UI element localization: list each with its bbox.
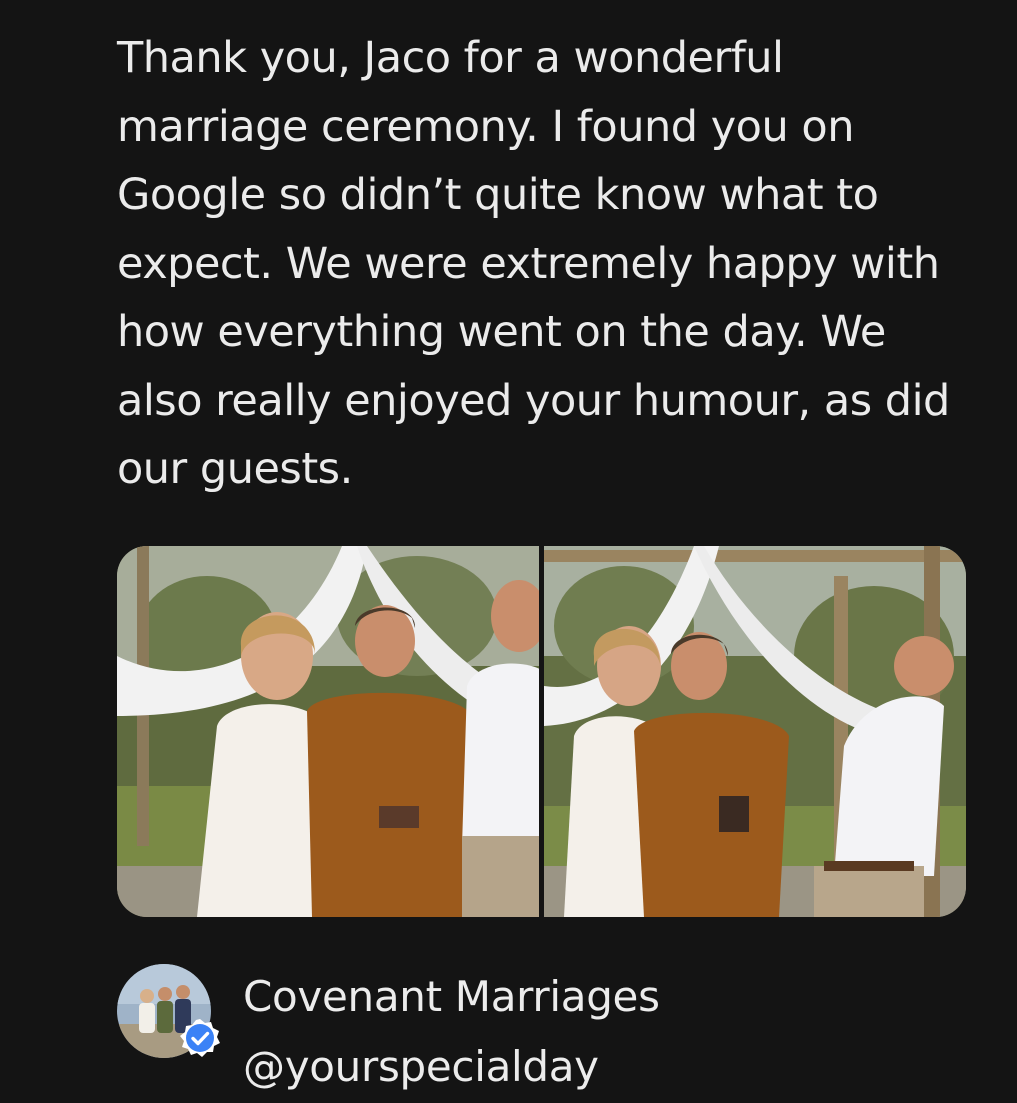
review-photo-2[interactable]: [544, 546, 966, 917]
review-text: Thank you, Jaco for a wonderful marriage…: [117, 24, 977, 504]
author-name[interactable]: Covenant Marriages: [243, 962, 660, 1032]
review-line: how everything went on the day. We: [117, 307, 886, 357]
review-line: marriage ceremony. I found you on: [117, 101, 854, 152]
review-photos: [117, 546, 966, 917]
review-photo-1[interactable]: [117, 546, 539, 917]
review-line: also really enjoyed your humour, as did: [117, 375, 950, 426]
verified-badge-icon: [180, 1019, 220, 1057]
author-profile[interactable]: Covenant Marriages @yourspecialday: [117, 962, 660, 1102]
wedding-photo-icon: [544, 546, 966, 917]
review-line: Google so didn’t quite know what to: [117, 170, 879, 220]
wedding-photo-icon: [117, 546, 539, 917]
author-handle[interactable]: @yourspecialday: [243, 1032, 660, 1102]
author-names: Covenant Marriages @yourspecialday: [243, 962, 660, 1102]
review-line: Thank you, Jaco for a wonderful: [117, 33, 784, 83]
avatar[interactable]: [117, 964, 220, 1058]
review-line: our guests.: [117, 444, 353, 494]
review-line: expect. We were extremely happy with: [117, 238, 940, 289]
